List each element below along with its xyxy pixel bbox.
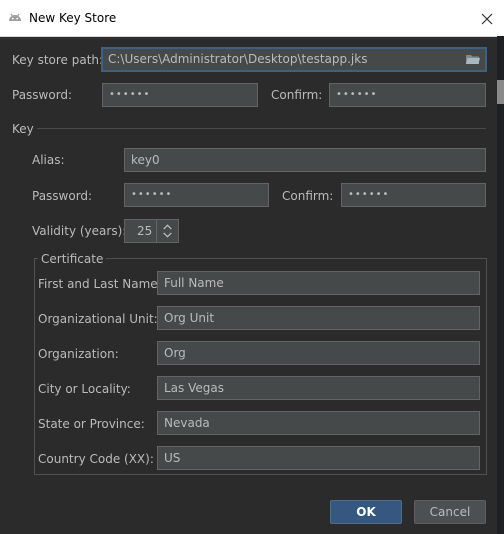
org-unit-input[interactable]: Org Unit: [157, 306, 480, 330]
state-input[interactable]: Nevada: [157, 411, 480, 435]
cancel-button[interactable]: Cancel: [414, 500, 486, 524]
key-confirm-field[interactable]: ••••••: [341, 183, 486, 207]
key-store-path-label: Key store path:: [12, 53, 104, 67]
key-store-path-input[interactable]: C:\Users\Administrator\Desktop\testapp.j…: [101, 47, 487, 72]
key-store-path-value: C:\Users\Administrator\Desktop\testapp.j…: [108, 52, 368, 66]
cert-field-label: Organization:: [38, 347, 119, 361]
organization-input[interactable]: Org: [157, 341, 480, 365]
close-icon[interactable]: [476, 8, 498, 30]
cert-field-label: City or Locality:: [38, 382, 131, 396]
country-code-input[interactable]: US: [157, 446, 480, 470]
alias-label: Alias:: [32, 153, 65, 167]
cert-field-label: State or Province:: [38, 417, 145, 431]
cert-field-label: Organizational Unit:: [38, 312, 158, 326]
certificate-title: Certificate: [38, 252, 107, 266]
keystore-confirm-label: Confirm:: [271, 88, 323, 102]
ok-button[interactable]: OK: [330, 500, 402, 524]
full-name-input[interactable]: Full Name: [157, 271, 480, 295]
validity-value: 25: [137, 224, 153, 238]
key-password-label: Password:: [32, 189, 93, 203]
city-input[interactable]: Las Vegas: [157, 376, 480, 400]
window-edge: [497, 36, 504, 534]
key-section-title: Key: [12, 122, 34, 136]
android-icon: [9, 13, 21, 21]
keystore-password-label: Password:: [12, 88, 73, 102]
validity-label: Validity (years):: [32, 224, 127, 238]
up-down-arrows-icon[interactable]: [156, 219, 178, 243]
title-bar: New Key Store: [0, 0, 504, 37]
keystore-confirm-field[interactable]: ••••••: [329, 83, 486, 107]
key-confirm-label: Confirm:: [282, 189, 334, 203]
alias-input[interactable]: key0: [124, 148, 486, 172]
key-password-field[interactable]: ••••••: [124, 183, 269, 207]
key-section-divider: [37, 128, 486, 129]
background-scrollbar: [497, 80, 504, 104]
keystore-password-field[interactable]: ••••••: [102, 83, 258, 107]
cert-field-label: First and Last Name:: [38, 277, 162, 291]
cert-field-label: Country Code (XX):: [38, 452, 154, 466]
folder-icon[interactable]: [465, 53, 481, 66]
window-title: New Key Store: [29, 11, 117, 25]
